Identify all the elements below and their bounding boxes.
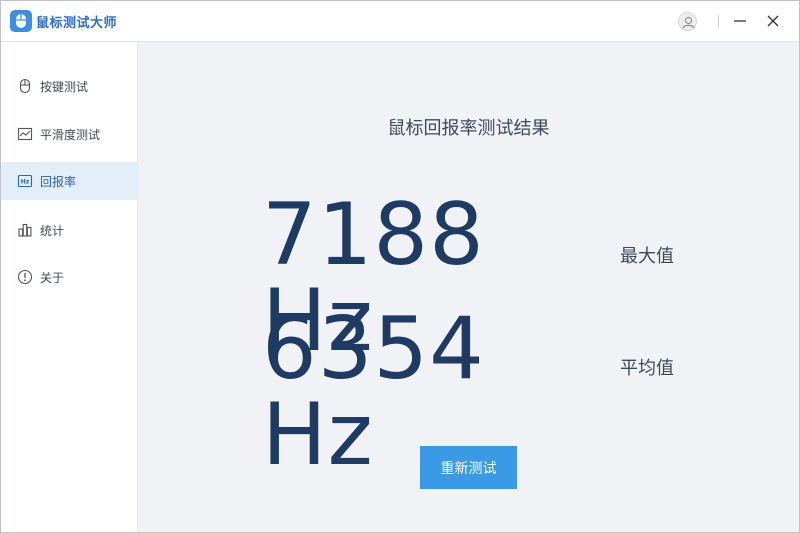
user-avatar-icon[interactable] (678, 12, 697, 31)
avg-rate-label: 平均值 (620, 358, 674, 379)
line-chart-icon (17, 127, 33, 141)
bar-chart-icon (18, 223, 32, 237)
titlebar-divider (718, 15, 719, 28)
sidebar-item-label: 按键测试 (40, 80, 89, 94)
minimize-icon[interactable] (732, 13, 748, 29)
title-bar[interactable]: 鼠标测试大师 (1, 1, 799, 42)
app-window: 鼠标测试大师 按键测试 平滑度测试 Hz 回报率 统计 关于 鼠标回报率测试结果… (0, 0, 800, 533)
sidebar-item-label: 回报率 (40, 175, 77, 189)
svg-text:Hz: Hz (21, 179, 30, 186)
sidebar-item-label: 统计 (40, 224, 65, 238)
sidebar-item-label: 关于 (40, 271, 65, 285)
app-logo-icon (10, 10, 32, 32)
sidebar-item-statistics[interactable]: 统计 (1, 211, 137, 249)
max-rate-label: 最大值 (620, 246, 674, 267)
sidebar-item-polling-rate[interactable]: Hz 回报率 (1, 162, 137, 200)
sidebar: 按键测试 平滑度测试 Hz 回报率 统计 关于 (1, 42, 138, 532)
result-title: 鼠标回报率测试结果 (387, 118, 550, 139)
sidebar-item-label: 平滑度测试 (40, 128, 101, 142)
app-title: 鼠标测试大师 (36, 16, 118, 31)
retest-button[interactable]: 重新测试 (420, 446, 517, 489)
sidebar-item-smoothness-test[interactable]: 平滑度测试 (1, 115, 137, 153)
sidebar-item-about[interactable]: 关于 (1, 258, 137, 296)
mouse-icon (19, 78, 31, 94)
hz-icon: Hz (17, 174, 33, 188)
sidebar-item-button-test[interactable]: 按键测试 (1, 67, 137, 105)
main-panel: 鼠标回报率测试结果 7188 Hz 最大值 6354 Hz 平均值 重新测试 (138, 42, 799, 532)
close-icon[interactable] (765, 13, 781, 29)
info-icon (17, 269, 33, 285)
